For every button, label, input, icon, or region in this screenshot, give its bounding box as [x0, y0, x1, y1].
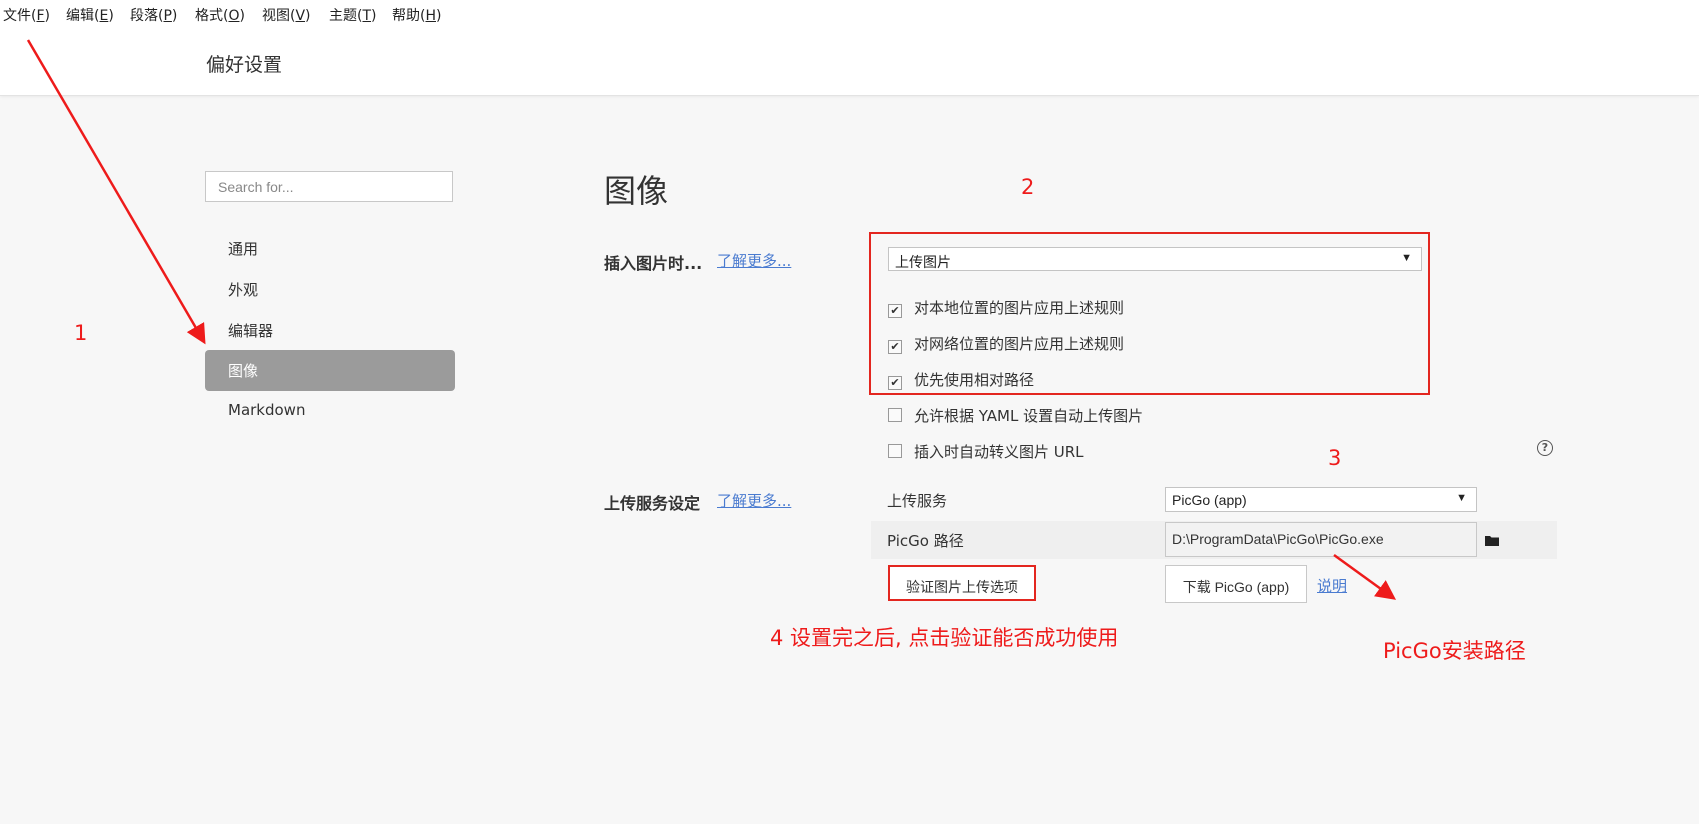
checkbox-unchecked[interactable] [888, 408, 902, 422]
annotation-picgo-path: PicGo安装路径 [1383, 639, 1526, 663]
menu-help-close: ) [436, 8, 442, 24]
sidebar-item-label: 图像 [228, 362, 259, 380]
question-circle-icon[interactable]: ? [1537, 440, 1553, 456]
download-picgo-button[interactable]: 下载 PicGo (app) [1165, 565, 1307, 603]
menu-file-key: F [36, 8, 45, 24]
menu-file-close: ) [44, 8, 50, 24]
window-title: 偏好设置 [206, 54, 283, 76]
menu-edit-key: E [99, 8, 109, 24]
caret-down-icon: ▼ [1456, 492, 1467, 504]
option-label: 允许根据 YAML 设置自动上传图片 [914, 407, 1144, 425]
menu-theme-key: T [362, 8, 372, 24]
upload-service-label: 上传服务设定 [604, 494, 701, 513]
menu-format-key: O [228, 8, 240, 24]
insert-image-learn-more-link[interactable]: 了解更多... [717, 250, 791, 271]
section-title: 图像 [604, 172, 669, 210]
sidebar-item-label: Markdown [228, 401, 306, 419]
annotation-step-3: 3 [1328, 446, 1342, 470]
folder-icon[interactable] [1484, 532, 1500, 546]
menu-view-text: 视图( [262, 8, 296, 24]
menu-help-key: H [425, 8, 436, 24]
menu-view[interactable]: 视图(V) [262, 5, 311, 25]
option-yaml-auto-upload[interactable]: 允许根据 YAML 设置自动上传图片 [888, 405, 1143, 426]
service-field-label: 上传服务 [887, 492, 948, 510]
menu-paragraph-text: 段落( [130, 8, 164, 24]
verify-upload-button[interactable]: 验证图片上传选项 [888, 565, 1036, 601]
sidebar-item-editor[interactable]: 编辑器 [205, 310, 455, 351]
menu-help[interactable]: 帮助(H) [392, 5, 441, 25]
annotation-step-2: 2 [1021, 175, 1035, 199]
menu-paragraph-key: P [163, 8, 172, 24]
search-input[interactable]: Search for... [205, 171, 453, 202]
sidebar-item-markdown[interactable]: Markdown [205, 391, 455, 432]
annotation-step-4: 4 设置完之后, 点击验证能否成功使用 [770, 626, 1119, 650]
menu-paragraph[interactable]: 段落(P) [130, 5, 177, 25]
annotation-box-insert-options [869, 232, 1430, 395]
annotation-step-1: 1 [74, 321, 88, 345]
menu-edit[interactable]: 编辑(E) [66, 5, 114, 25]
sidebar-item-label: 编辑器 [228, 322, 274, 340]
sidebar-item-general[interactable]: 通用 [205, 228, 455, 269]
upload-service-value: PicGo (app) [1172, 492, 1247, 508]
menu-file[interactable]: 文件(F) [3, 5, 50, 25]
menu-view-key: V [295, 8, 306, 24]
menu-format-close: ) [239, 8, 245, 24]
sidebar-item-label: 通用 [228, 240, 259, 258]
menu-theme-close: ) [371, 8, 377, 24]
menu-edit-text: 编辑( [66, 8, 100, 24]
menu-view-close: ) [305, 8, 311, 24]
upload-service-learn-more-link[interactable]: 了解更多... [717, 490, 791, 511]
sidebar-item-appearance[interactable]: 外观 [205, 269, 455, 310]
option-escape-url[interactable]: 插入时自动转义图片 URL [888, 441, 1084, 462]
menu-theme[interactable]: 主题(T) [329, 5, 377, 25]
menu-file-text: 文件( [3, 8, 37, 24]
help-link[interactable]: 说明 [1317, 575, 1347, 596]
top-bar: 文件(F) 编辑(E) 段落(P) 格式(O) 视图(V) 主题(T) 帮助(H… [0, 0, 1699, 96]
menu-theme-text: 主题( [329, 8, 363, 24]
sidebar-item-label: 外观 [228, 281, 259, 299]
upload-service-select[interactable]: PicGo (app) ▼ [1165, 487, 1477, 512]
picgo-path-label: PicGo 路径 [887, 532, 964, 550]
sidebar-item-image[interactable]: 图像 [205, 350, 455, 391]
insert-image-label: 插入图片时... [604, 254, 703, 273]
checkbox-unchecked[interactable] [888, 444, 902, 458]
menu-format-text: 格式( [195, 8, 229, 24]
picgo-path-input[interactable]: D:\ProgramData\PicGo\PicGo.exe [1165, 522, 1477, 557]
menu-edit-close: ) [108, 8, 114, 24]
menu-paragraph-close: ) [171, 8, 178, 24]
option-label: 插入时自动转义图片 URL [914, 443, 1084, 461]
menu-format[interactable]: 格式(O) [195, 5, 245, 25]
menu-help-text: 帮助( [392, 8, 426, 24]
